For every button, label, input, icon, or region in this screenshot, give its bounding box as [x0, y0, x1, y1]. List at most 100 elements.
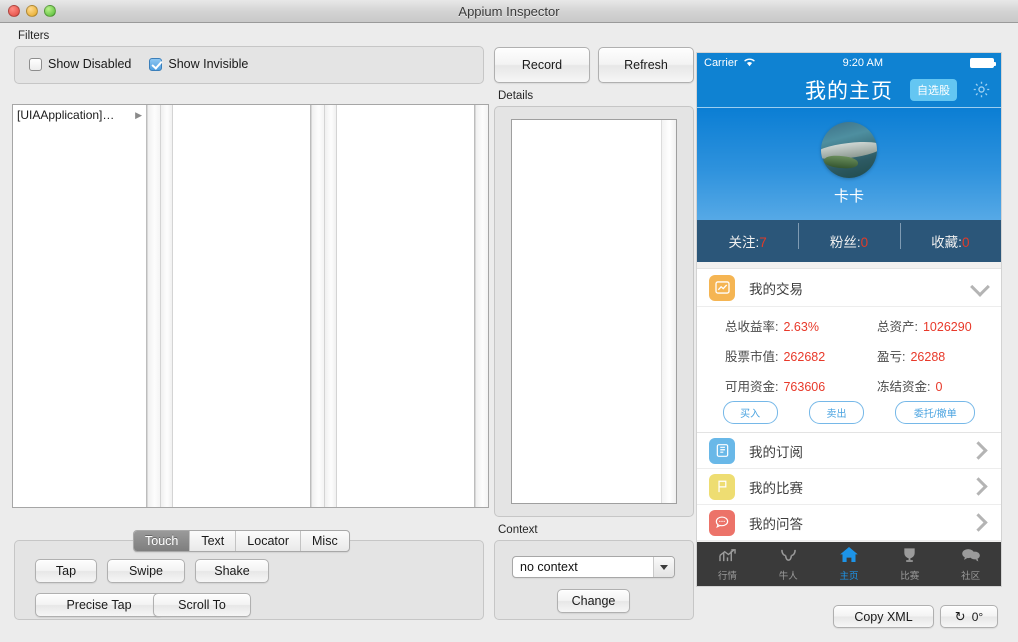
tab-experts[interactable]: 牛人 — [758, 547, 819, 582]
list-item[interactable]: [UIAApplication]… ▶ — [13, 105, 146, 125]
details-group: Details — [494, 91, 694, 517]
stat-favorites-label: 收藏: — [931, 235, 962, 250]
filters-label: Filters — [18, 30, 49, 42]
show-disabled-checkbox[interactable]: Show Disabled — [29, 57, 131, 71]
window-controls[interactable] — [8, 5, 56, 17]
filters-checkbox-row: Show Disabled Show Invisible — [29, 57, 248, 71]
tab-contest[interactable]: 比赛 — [879, 547, 940, 582]
element-tree-browser[interactable]: [UIAApplication]… ▶ — [12, 104, 489, 508]
stat-following[interactable]: 关注:7 — [697, 231, 798, 251]
tab-contest-label: 比赛 — [900, 568, 919, 582]
checkbox-icon[interactable] — [29, 58, 42, 71]
copy-xml-button[interactable]: Copy XML — [833, 605, 934, 628]
buy-button[interactable]: 买入 — [723, 401, 778, 424]
tab-market-label: 行情 — [718, 568, 737, 582]
tab-locator[interactable]: Locator — [236, 531, 301, 551]
show-disabled-label: Show Disabled — [48, 57, 131, 71]
my-trading-header[interactable]: 我的交易 — [697, 269, 1001, 307]
tree-column-3[interactable] — [337, 105, 475, 507]
stat-followers-value: 0 — [861, 235, 869, 250]
bull-icon — [779, 547, 798, 567]
tap-button[interactable]: Tap — [35, 559, 97, 583]
context-label: Context — [498, 524, 538, 536]
menu-row-subscriptions[interactable]: 我的订阅 — [697, 433, 1001, 469]
trade-field-value: 763606 — [783, 380, 825, 394]
avatar[interactable] — [821, 122, 877, 178]
action-tabs[interactable]: Touch Text Locator Misc — [133, 530, 350, 552]
filters-group: Filters Show Disabled Show Invisible — [14, 31, 484, 84]
tab-community-label: 社区 — [961, 568, 980, 582]
context-group: Context no context Change — [494, 525, 694, 620]
record-button[interactable]: Record — [494, 47, 590, 83]
maximize-icon[interactable] — [44, 5, 56, 17]
context-box: no context Change — [494, 540, 694, 620]
tab-market[interactable]: 行情 — [697, 547, 758, 582]
show-invisible-label: Show Invisible — [168, 57, 248, 71]
chat-bubble-icon — [709, 510, 735, 536]
trade-field-label: 可用资金: — [725, 380, 778, 394]
precise-tap-button[interactable]: Precise Tap — [35, 593, 163, 617]
tab-community[interactable]: 社区 — [940, 547, 1001, 582]
shake-button[interactable]: Shake — [195, 559, 269, 583]
tree-column-2[interactable] — [173, 105, 311, 507]
scroll-to-button[interactable]: Scroll To — [153, 593, 251, 617]
tree-column-1-items[interactable]: [UIAApplication]… ▶ — [13, 105, 146, 507]
trophy-icon — [901, 547, 918, 567]
tree-column-2-items[interactable] — [173, 105, 310, 507]
window-title: Appium Inspector — [0, 4, 1018, 19]
ios-nav-bar: 我的主页 自选股 — [697, 73, 1001, 108]
device-screen-preview[interactable]: Carrier 9:20 AM 我的主页 自选股 卡卡 — [696, 52, 1002, 587]
home-icon — [839, 546, 859, 567]
watchlist-button[interactable]: 自选股 — [910, 79, 957, 101]
chevron-down-icon[interactable] — [970, 277, 990, 297]
trade-field-value: 26288 — [910, 350, 945, 364]
menu-row-label: 我的问答 — [749, 513, 803, 533]
tree-column-2-scrollbar[interactable] — [311, 105, 324, 507]
stat-favorites[interactable]: 收藏:0 — [900, 231, 1001, 251]
tree-column-3-items[interactable] — [337, 105, 474, 507]
details-textarea[interactable] — [512, 120, 661, 503]
swipe-button[interactable]: Swipe — [107, 559, 185, 583]
rotation-label: 0° — [972, 610, 983, 624]
tab-misc[interactable]: Misc — [301, 531, 349, 551]
battery-icon — [970, 58, 994, 68]
orders-cancel-button[interactable]: 委托/撤单 — [895, 401, 975, 424]
trade-field-market-value: 股票市值:262682 — [697, 346, 849, 365]
ios-tab-bar[interactable]: 行情 牛人 主页 比赛 — [697, 542, 1001, 586]
checkbox-checked-icon[interactable] — [149, 58, 162, 71]
tab-home[interactable]: 主页 — [819, 546, 880, 582]
rotate-icon: ↻ — [955, 609, 966, 625]
details-box — [494, 106, 694, 517]
rotate-button[interactable]: ↻ 0° — [940, 605, 998, 628]
menu-row-qa[interactable]: 我的问答 — [697, 505, 1001, 541]
chart-icon — [709, 275, 735, 301]
tree-item-label: [UIAApplication]… — [17, 105, 114, 125]
stat-followers[interactable]: 粉丝:0 — [798, 231, 899, 251]
trade-field-label: 冻结资金: — [877, 380, 930, 394]
refresh-button[interactable]: Refresh — [598, 47, 694, 83]
column-divider-2 — [324, 105, 337, 507]
username-label: 卡卡 — [834, 185, 864, 206]
trade-field-value: 262682 — [783, 350, 825, 364]
tab-experts-label: 牛人 — [779, 568, 798, 582]
sell-button[interactable]: 卖出 — [809, 401, 864, 424]
chevron-down-icon[interactable] — [653, 557, 674, 577]
context-select[interactable]: no context — [512, 556, 675, 578]
tab-text[interactable]: Text — [190, 531, 236, 551]
tree-column-3-scrollbar[interactable] — [475, 105, 488, 507]
tree-column-1[interactable]: [UIAApplication]… ▶ — [13, 105, 147, 507]
gear-icon[interactable] — [972, 80, 991, 104]
tab-touch[interactable]: Touch — [134, 531, 190, 551]
change-context-button[interactable]: Change — [557, 589, 630, 613]
close-icon[interactable] — [8, 5, 20, 17]
menu-row-contests[interactable]: 我的比赛 — [697, 469, 1001, 505]
tab-home-label: 主页 — [839, 568, 858, 582]
stat-following-label: 关注: — [729, 235, 760, 250]
tree-column-1-scrollbar[interactable] — [147, 105, 160, 507]
filters-box: Show Disabled Show Invisible — [14, 46, 484, 84]
details-scrollbar[interactable] — [661, 120, 676, 503]
details-textarea-wrapper[interactable] — [511, 119, 677, 504]
trade-field-label: 总资产: — [877, 320, 918, 334]
minimize-icon[interactable] — [26, 5, 38, 17]
show-invisible-checkbox[interactable]: Show Invisible — [149, 57, 248, 71]
